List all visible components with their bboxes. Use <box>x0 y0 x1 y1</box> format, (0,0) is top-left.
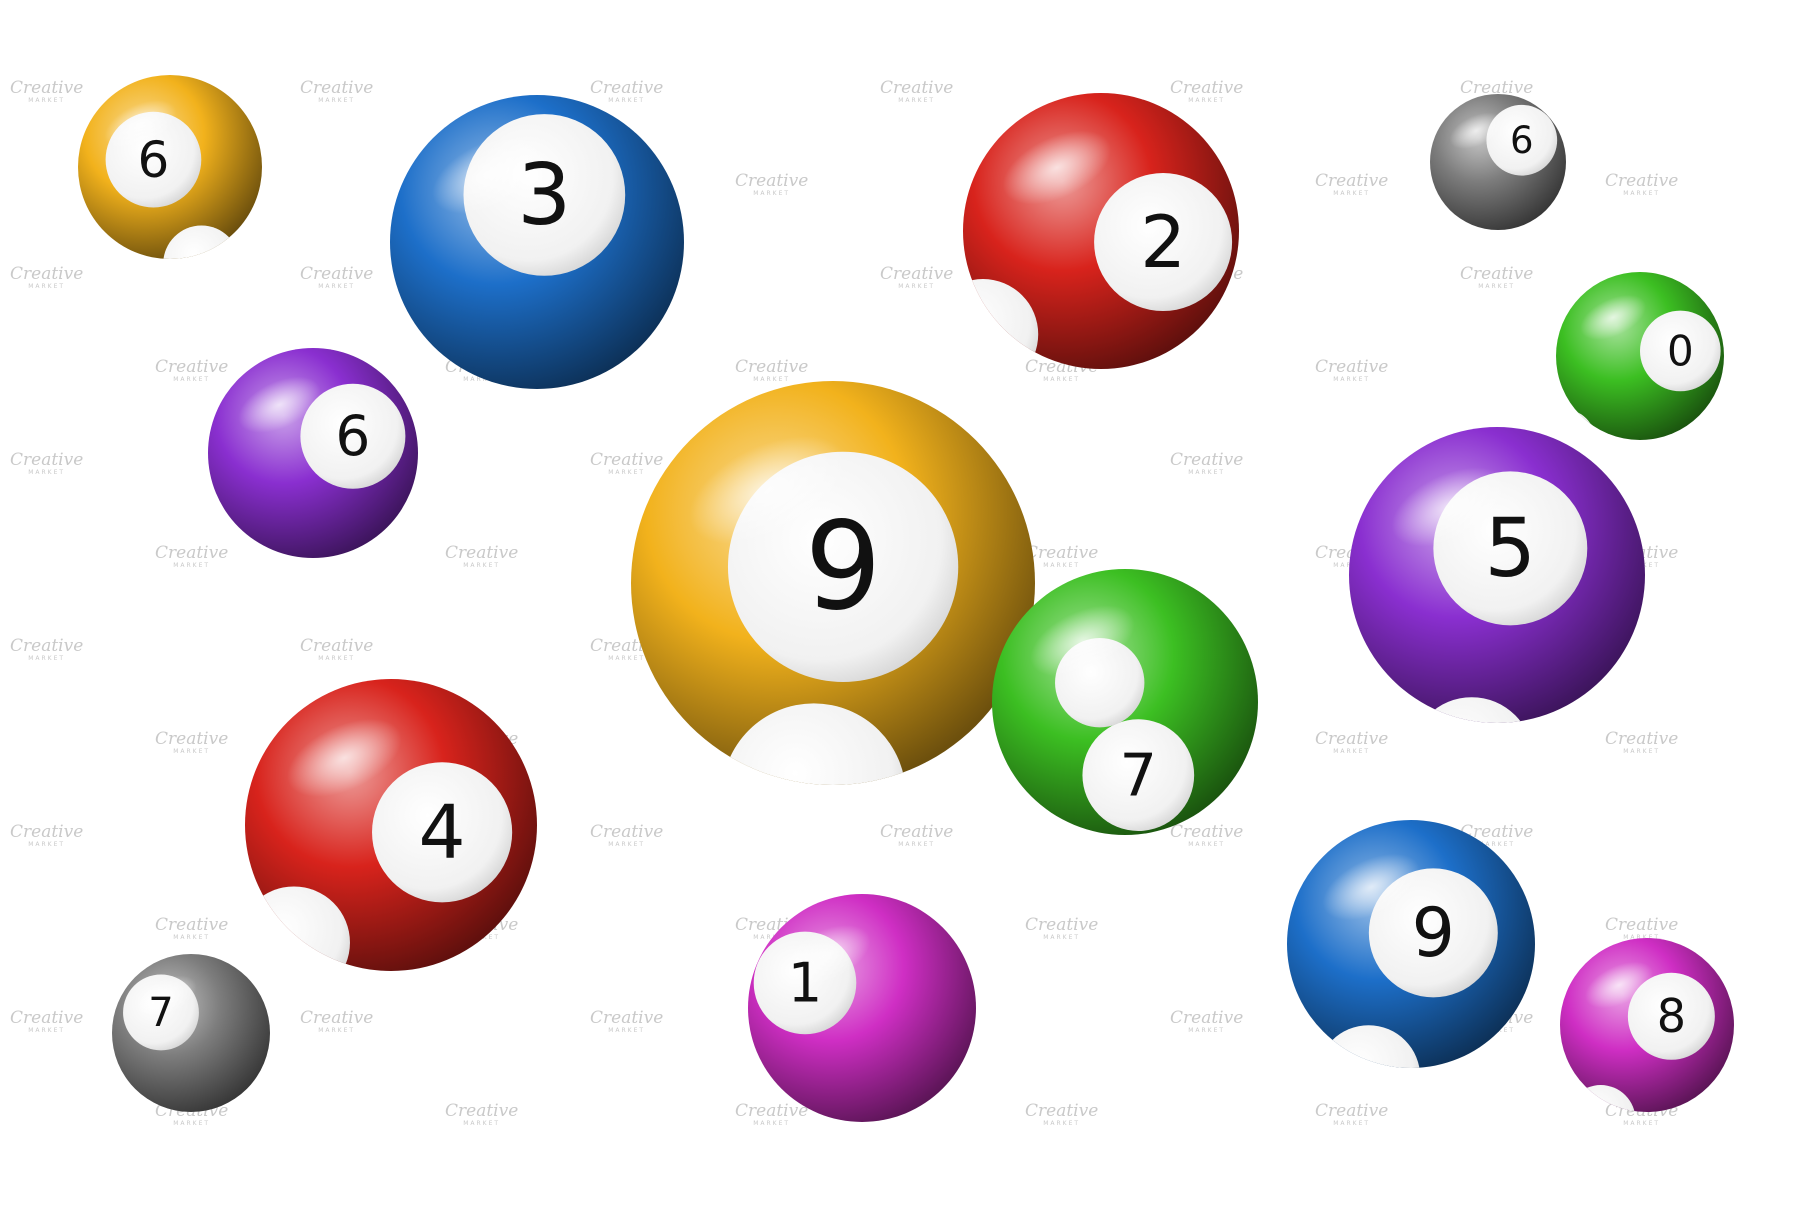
rear-spot <box>1317 1025 1421 1068</box>
ball-yellow-9: 9 <box>631 381 1035 785</box>
rear-spot <box>218 1113 279 1174</box>
rear-spot <box>1410 697 1534 723</box>
ball-number: 6 <box>335 404 370 468</box>
rear-spot <box>1424 236 1481 293</box>
ball-number: 9 <box>805 496 882 637</box>
rear-spot <box>208 537 280 558</box>
ball-number: 7 <box>1120 740 1158 809</box>
ball-number: 3 <box>517 146 571 245</box>
ball-number: 4 <box>419 790 466 876</box>
ball-purple-5: 5 <box>1349 427 1645 723</box>
ball-number: 9 <box>1412 894 1455 973</box>
ball-number: 0 <box>1667 326 1694 375</box>
ball-red-4: 4 <box>245 679 537 971</box>
ball-number: 7 <box>148 990 173 1036</box>
lottery-balls-illustration: Creative MARKET Creative MARKET Creative MARK… <box>0 0 1820 1213</box>
rear-spot <box>721 703 906 785</box>
rear-spot <box>963 279 1039 369</box>
ball-gray-6: 6 <box>1424 94 1566 293</box>
ball-number: 6 <box>1510 119 1534 162</box>
balls-scene: 6 3 2 6 6 0 9 7 5 4 9 1 8 7 <box>78 75 1734 1174</box>
ball-number: 6 <box>138 131 170 189</box>
rear-spot <box>1565 1085 1636 1112</box>
rear-spot <box>163 225 240 259</box>
rear-spot <box>929 1117 976 1122</box>
ball-gray-7: 7 <box>112 954 279 1174</box>
rear-spot <box>245 886 350 971</box>
ball-magenta-8: 8 <box>1560 938 1734 1112</box>
ball-magenta-1: 1 <box>748 894 976 1122</box>
ball-number: 5 <box>1485 502 1537 596</box>
ball-number: 2 <box>1140 200 1186 284</box>
ball-yellow-6: 6 <box>78 75 262 259</box>
ball-blue-9: 9 <box>1287 820 1535 1068</box>
ball-red-2: 2 <box>963 93 1239 369</box>
ball-number: 8 <box>1657 989 1686 1043</box>
ball-blue-3: 3 <box>390 95 684 528</box>
ball-purple-6: 6 <box>208 348 418 558</box>
ball-number: 1 <box>788 951 822 1014</box>
ball-green-7: 7 <box>992 569 1258 835</box>
rear-spot <box>458 399 587 528</box>
